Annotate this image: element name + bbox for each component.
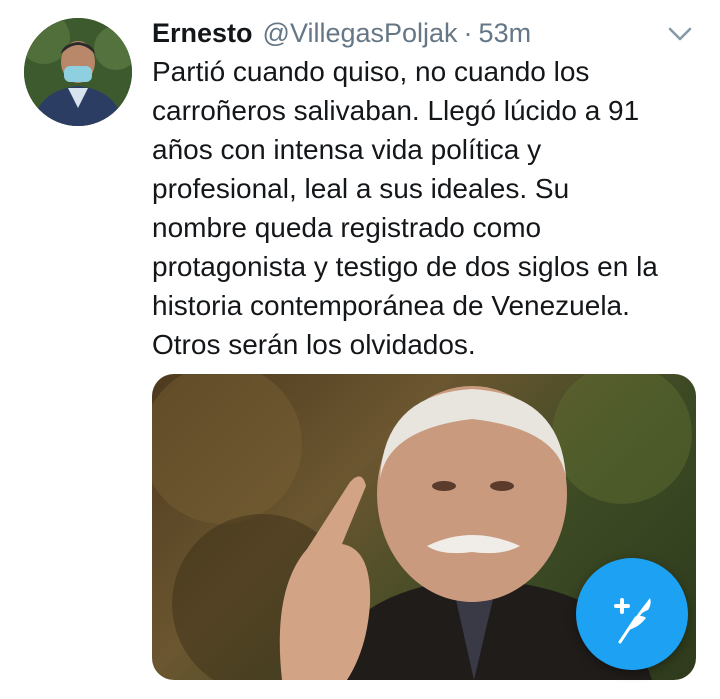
- compose-feather-icon: [614, 598, 651, 644]
- tweet-text-line: años con intensa vida política y: [152, 134, 542, 165]
- author-handle[interactable]: @VillegasPoljak: [263, 18, 458, 49]
- tweet-text-line: historia contemporánea de Venezuela.: [152, 290, 630, 321]
- author-name[interactable]: Ernesto: [152, 18, 253, 49]
- tweet-header: Ernesto @VillegasPoljak · 53m: [152, 14, 692, 52]
- tweet-text-line: profesional, leal a sus ideales. Su: [152, 173, 570, 204]
- tweet-text-line: Otros serán los olvidados.: [152, 329, 476, 360]
- chevron-down-icon[interactable]: [664, 20, 696, 48]
- header-separator: ·: [463, 17, 473, 48]
- author-avatar[interactable]: [24, 18, 132, 126]
- compose-tweet-button[interactable]: [576, 558, 688, 670]
- tweet-text-line: carroñeros salivaban. Llegó lúcido a 91: [152, 95, 640, 126]
- tweet-text-line: nombre queda registrado como: [152, 212, 542, 243]
- tweet-text: Partió cuando quiso, no cuando los carro…: [152, 52, 712, 364]
- tweet-timestamp[interactable]: 53m: [479, 18, 532, 49]
- tweet-text-line: protagonista y testigo de dos siglos en …: [152, 251, 658, 282]
- tweet-text-line: Partió cuando quiso, no cuando los: [152, 56, 590, 87]
- avatar-photo: [24, 18, 132, 126]
